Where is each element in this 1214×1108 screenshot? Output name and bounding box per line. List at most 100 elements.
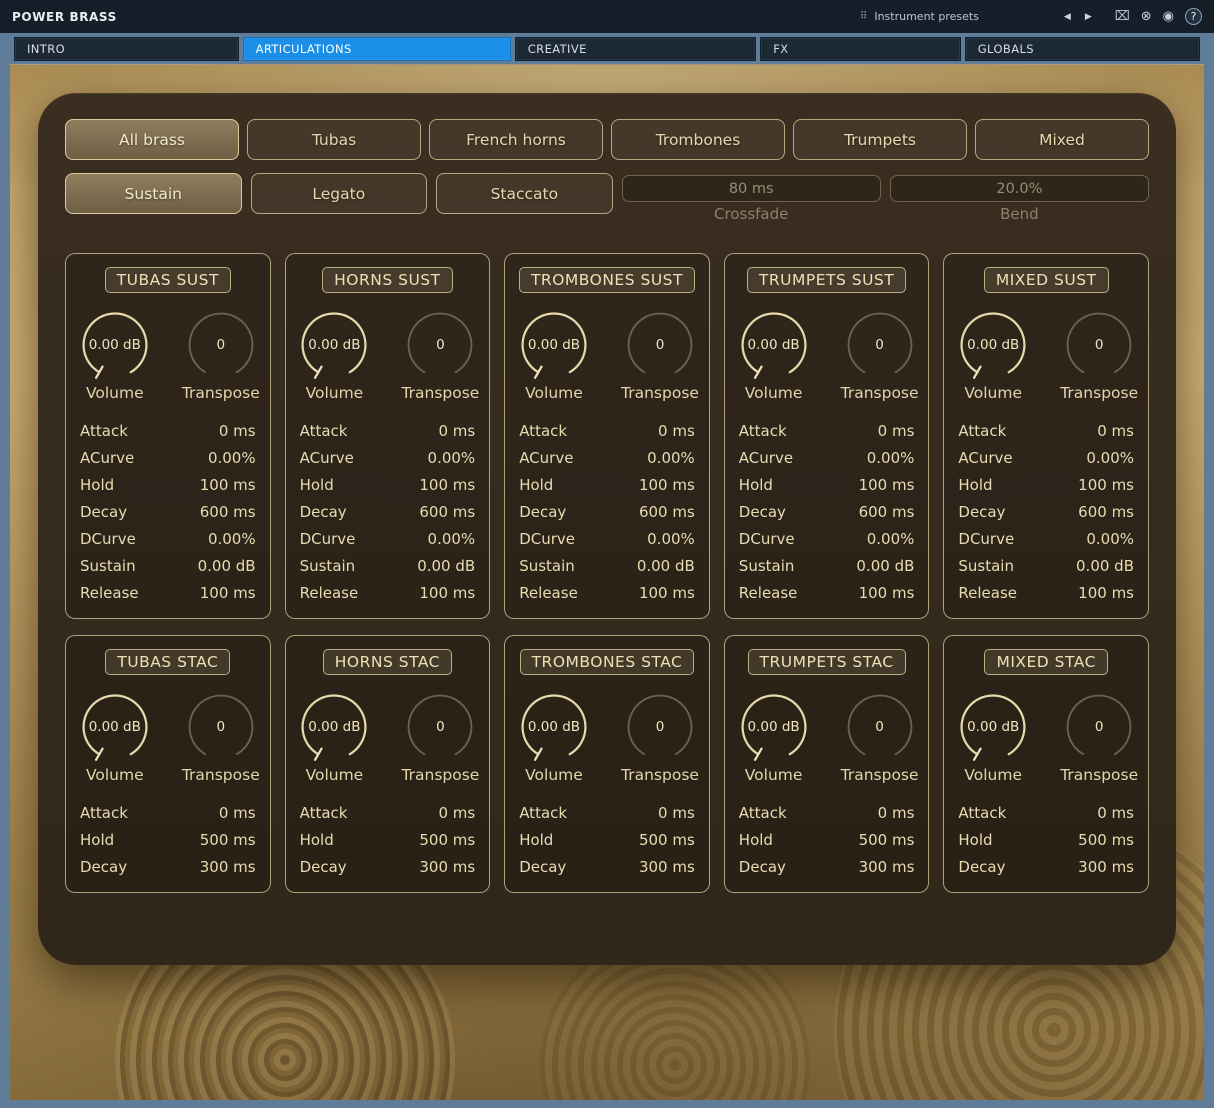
param-value[interactable]: 0 ms [219, 422, 256, 440]
param-value[interactable]: 100 ms [200, 584, 256, 602]
transpose-knob[interactable]: 0 [1062, 690, 1136, 764]
param-row: Attack0 ms [286, 417, 490, 444]
transpose-knob[interactable]: 0 [403, 308, 477, 382]
tab-intro[interactable]: INTRO [14, 37, 239, 61]
param-value[interactable]: 500 ms [200, 831, 256, 849]
param-value[interactable]: 600 ms [200, 503, 256, 521]
param-value[interactable]: 0.00% [867, 530, 915, 548]
param-value[interactable]: 100 ms [1078, 476, 1134, 494]
tab-fx[interactable]: FX [760, 37, 961, 61]
param-value[interactable]: 0 ms [1097, 422, 1134, 440]
param-value[interactable]: 0.00% [428, 449, 476, 467]
param-value[interactable]: 0 ms [878, 804, 915, 822]
param-value[interactable]: 100 ms [859, 476, 915, 494]
param-value[interactable]: 0.00% [647, 530, 695, 548]
param-value[interactable]: 500 ms [639, 831, 695, 849]
param-value[interactable]: 0.00 dB [637, 557, 695, 575]
param-value[interactable]: 300 ms [200, 858, 256, 876]
transpose-knob[interactable]: 0 [843, 690, 917, 764]
volume-knob[interactable]: 0.00 dB [517, 690, 591, 764]
transpose-knob[interactable]: 0 [1062, 308, 1136, 382]
bend-slider[interactable]: 20.0% [890, 175, 1149, 202]
param-value[interactable]: 100 ms [639, 476, 695, 494]
param-value[interactable]: 0 ms [438, 804, 475, 822]
param-value[interactable]: 0.00% [1086, 530, 1134, 548]
bypass-icon[interactable]: ⊗ [1141, 9, 1152, 24]
param-value[interactable]: 300 ms [639, 858, 695, 876]
param-value[interactable]: 0.00% [208, 449, 256, 467]
param-value[interactable]: 600 ms [419, 503, 475, 521]
param-value[interactable]: 500 ms [419, 831, 475, 849]
param-value[interactable]: 600 ms [859, 503, 915, 521]
ensemble-button-tubas[interactable]: Tubas [247, 119, 421, 160]
volume-knob[interactable]: 0.00 dB [517, 308, 591, 382]
param-value[interactable]: 300 ms [419, 858, 475, 876]
param-value[interactable]: 0.00% [428, 530, 476, 548]
tab-articulations[interactable]: ARTICULATIONS [243, 37, 511, 61]
param-value[interactable]: 0 ms [658, 804, 695, 822]
ensemble-button-trumpets[interactable]: Trumpets [793, 119, 967, 160]
param-value[interactable]: 100 ms [859, 584, 915, 602]
param-value[interactable]: 0.00 dB [417, 557, 475, 575]
ensemble-button-mixed[interactable]: Mixed [975, 119, 1149, 160]
param-value[interactable]: 100 ms [200, 476, 256, 494]
param-value[interactable]: 0.00 dB [198, 557, 256, 575]
param-value[interactable]: 0 ms [1097, 804, 1134, 822]
volume-knob[interactable]: 0.00 dB [956, 690, 1030, 764]
volume-knob[interactable]: 0.00 dB [297, 690, 371, 764]
param-value[interactable]: 500 ms [1078, 831, 1134, 849]
param-name: ACurve [739, 449, 793, 467]
ensemble-button-trombones[interactable]: Trombones [611, 119, 785, 160]
ensemble-button-all-brass[interactable]: All brass [65, 119, 239, 160]
transpose-knob[interactable]: 0 [843, 308, 917, 382]
tab-globals[interactable]: GLOBALS [965, 37, 1200, 61]
param-value[interactable]: 0.00 dB [1076, 557, 1134, 575]
volume-value: 0.00 dB [517, 690, 591, 764]
param-value[interactable]: 0 ms [219, 804, 256, 822]
volume-knob[interactable]: 0.00 dB [78, 308, 152, 382]
volume-knob[interactable]: 0.00 dB [956, 308, 1030, 382]
param-value[interactable]: 0 ms [878, 422, 915, 440]
articulation-button-legato[interactable]: Legato [251, 173, 428, 214]
param-value[interactable]: 300 ms [859, 858, 915, 876]
param-value[interactable]: 0.00% [1086, 449, 1134, 467]
param-value[interactable]: 500 ms [859, 831, 915, 849]
param-value[interactable]: 0.00% [647, 449, 695, 467]
param-value[interactable]: 600 ms [1078, 503, 1134, 521]
param-value[interactable]: 0 ms [438, 422, 475, 440]
instrument-presets-button[interactable]: ⠿ Instrument presets [860, 10, 979, 23]
param-value[interactable]: 600 ms [639, 503, 695, 521]
help-icon[interactable]: ? [1185, 8, 1202, 25]
tab-creative[interactable]: CREATIVE [515, 37, 756, 61]
volume-knob[interactable]: 0.00 dB [297, 308, 371, 382]
articulation-button-staccato[interactable]: Staccato [436, 173, 613, 214]
param-value[interactable]: 0.00% [208, 530, 256, 548]
param-row: Attack0 ms [725, 417, 929, 444]
transpose-knob-group: 0 Transpose [397, 308, 483, 402]
panic-icon[interactable]: ⌧ [1115, 9, 1130, 24]
volume-knob[interactable]: 0.00 dB [737, 308, 811, 382]
next-preset-icon[interactable]: ▶ [1078, 12, 1099, 22]
param-value[interactable]: 300 ms [1078, 858, 1134, 876]
param-value[interactable]: 0.00% [867, 449, 915, 467]
param-value[interactable]: 100 ms [419, 476, 475, 494]
transpose-knob[interactable]: 0 [184, 690, 258, 764]
crossfade-slider[interactable]: 80 ms [622, 175, 881, 202]
crossfade-label: Crossfade [622, 205, 881, 223]
transpose-knob[interactable]: 0 [184, 308, 258, 382]
transpose-knob[interactable]: 0 [403, 690, 477, 764]
volume-knob[interactable]: 0.00 dB [78, 690, 152, 764]
articulation-button-sustain[interactable]: Sustain [65, 173, 242, 214]
prev-preset-icon[interactable]: ◀ [1057, 12, 1078, 22]
param-row: Decay300 ms [944, 853, 1148, 880]
transpose-knob[interactable]: 0 [623, 308, 697, 382]
transpose-knob[interactable]: 0 [623, 690, 697, 764]
volume-knob[interactable]: 0.00 dB [737, 690, 811, 764]
param-value[interactable]: 100 ms [419, 584, 475, 602]
param-value[interactable]: 0 ms [658, 422, 695, 440]
param-value[interactable]: 0.00 dB [856, 557, 914, 575]
param-value[interactable]: 100 ms [639, 584, 695, 602]
ensemble-button-french-horns[interactable]: French horns [429, 119, 603, 160]
eye-icon[interactable]: ◉ [1163, 9, 1174, 24]
param-value[interactable]: 100 ms [1078, 584, 1134, 602]
